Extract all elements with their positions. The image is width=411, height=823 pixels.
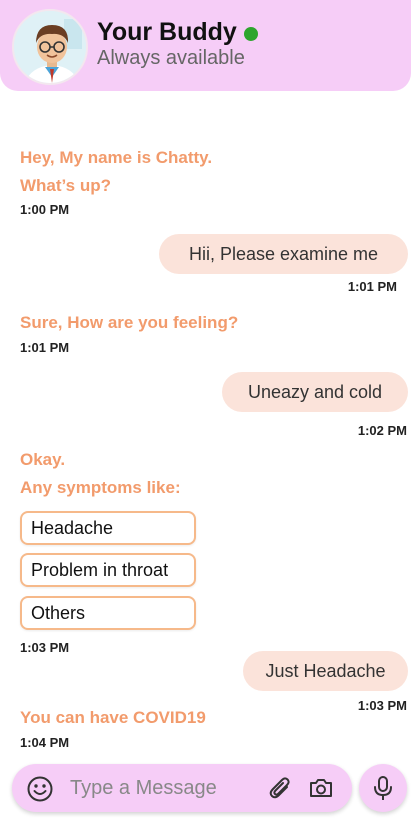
microphone-icon (372, 775, 394, 807)
symptom-option-others[interactable]: Others (20, 596, 196, 630)
bot-message-line: What’s up? (20, 176, 111, 195)
bot-message: Okay. Any symptoms like: (20, 446, 181, 502)
attachment-icon[interactable] (268, 776, 292, 805)
microphone-button[interactable] (359, 764, 407, 812)
bot-message-line: Okay. (20, 450, 66, 469)
symptom-option-throat[interactable]: Problem in throat (20, 553, 196, 587)
user-message: Just Headache (243, 651, 408, 691)
message-input[interactable]: Type a Message (70, 777, 217, 800)
bot-message: You can have COVID19 (20, 704, 206, 732)
message-time: 1:04 PM (20, 735, 70, 750)
message-time: 1:02 PM (357, 423, 407, 438)
doctor-avatar-icon (14, 11, 86, 83)
doctor-avatar[interactable] (12, 9, 88, 85)
online-status-icon (243, 26, 258, 41)
message-time: 1:03 PM (357, 698, 407, 713)
bot-message-line: Any symptoms like: (20, 478, 181, 497)
emoji-icon[interactable] (26, 775, 54, 808)
message-time: 1:03 PM (20, 640, 70, 655)
message-input-bar[interactable]: Type a Message (12, 764, 352, 812)
message-time: 1:01 PM (20, 340, 70, 355)
chat-title: Your Buddy (97, 18, 237, 46)
message-time: 1:00 PM (20, 202, 70, 217)
camera-icon[interactable] (308, 776, 334, 805)
symptom-option-headache[interactable]: Headache (20, 511, 196, 545)
bot-message-line: Sure, How are you feeling? (20, 313, 239, 332)
message-time: 1:01 PM (347, 279, 397, 294)
bot-message-line: Hey, My name is Chatty. (20, 148, 213, 167)
user-message: Hii, Please examine me (159, 234, 408, 274)
user-message: Uneazy and cold (222, 372, 408, 412)
bot-message-line: You can have COVID19 (20, 708, 206, 727)
chat-title-row: Your Buddy (97, 18, 258, 47)
chat-subtitle: Always available (97, 47, 245, 69)
bot-message: Sure, How are you feeling? (20, 309, 238, 337)
chat-header: Your Buddy Always available (0, 0, 411, 91)
bot-message: Hey, My name is Chatty. What’s up? (20, 144, 212, 200)
